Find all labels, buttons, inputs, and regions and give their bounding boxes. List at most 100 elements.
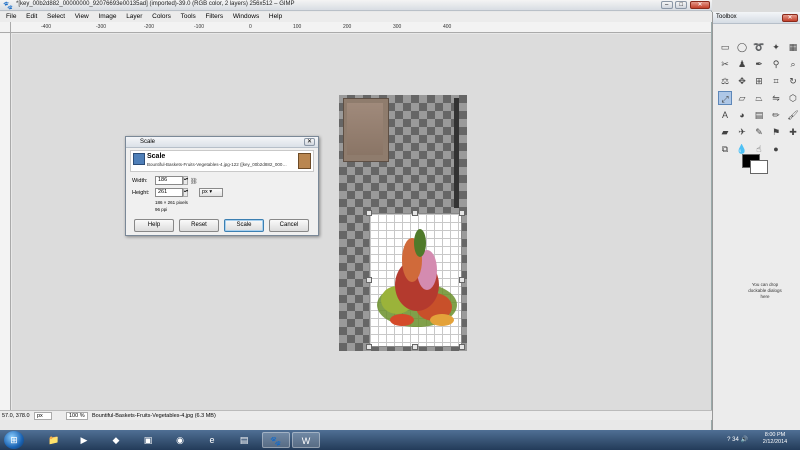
paths-icon[interactable]: ✒ <box>752 57 766 71</box>
menu-layer[interactable]: Layer <box>126 12 142 22</box>
remote-icon[interactable]: ▤ <box>230 432 258 448</box>
menu-image[interactable]: Image <box>98 12 116 22</box>
scale-handle-bottom-left[interactable] <box>366 344 372 350</box>
scale-handle-bottom[interactable] <box>412 344 418 350</box>
firefox-icon[interactable]: ◉ <box>166 432 194 448</box>
dialog-subtitle: Bountiful-Baskets-Fruits-Vegetables-4.jp… <box>147 162 287 167</box>
ink-icon[interactable]: ✎ <box>752 125 766 139</box>
scale-handle-right[interactable] <box>459 277 465 283</box>
toolbox-titlebar[interactable]: Toolbox ✕ <box>713 12 800 24</box>
minimize-button[interactable]: – <box>660 1 673 9</box>
menu-edit[interactable]: Edit <box>26 12 37 22</box>
volume-icon[interactable]: 🔊 <box>741 437 748 443</box>
shear-icon[interactable]: ▱ <box>735 91 749 105</box>
rect-select-icon[interactable]: ▭ <box>718 40 732 54</box>
crop-icon[interactable]: ⌗ <box>769 74 783 88</box>
color-select-icon[interactable]: ▦ <box>786 40 800 54</box>
cancel-button[interactable]: Cancel <box>269 219 309 232</box>
vertical-ruler[interactable] <box>0 33 11 410</box>
tray-count[interactable]: 34 <box>732 437 739 443</box>
height-spinner[interactable]: ▴▾ <box>183 188 188 197</box>
paintbrush-icon[interactable]: 🖌 <box>786 108 800 122</box>
media-player-icon[interactable]: ▶ <box>70 432 98 448</box>
blend-icon[interactable]: ▤ <box>752 108 766 122</box>
scale-tool-icon[interactable]: ⤢ <box>718 91 732 105</box>
word-taskbar-icon[interactable]: W <box>292 432 320 448</box>
help-icon[interactable]: ? <box>727 437 730 443</box>
menu-tools[interactable]: Tools <box>181 12 196 22</box>
app-icon-green[interactable]: ▣ <box>134 432 162 448</box>
sims-icon[interactable]: ◆ <box>102 432 130 448</box>
eraser-icon[interactable]: ▰ <box>718 125 732 139</box>
foreground-select-icon[interactable]: ♟ <box>735 57 749 71</box>
width-spinner[interactable]: ▴▾ <box>183 176 188 185</box>
window-titlebar[interactable]: 🐾 *[key_00b2d882_00000000_92076693e00135… <box>0 0 712 11</box>
menu-windows[interactable]: Windows <box>233 12 259 22</box>
size-info: 186 × 261 pixels <box>155 200 188 205</box>
menu-colors[interactable]: Colors <box>152 12 171 22</box>
screen: 🐾 *[key_00b2d882_00000000_92076693e00135… <box>0 0 800 450</box>
bucket-fill-icon[interactable]: ◕ <box>735 108 749 122</box>
maximize-button[interactable]: □ <box>675 1 688 9</box>
dialog-heading: Scale <box>147 153 166 160</box>
menu-view[interactable]: View <box>75 12 89 22</box>
reset-button[interactable]: Reset <box>179 219 219 232</box>
move-icon[interactable]: ✥ <box>735 74 749 88</box>
ruler-label: -200 <box>144 24 155 30</box>
horizontal-ruler[interactable]: -400 -300 -200 -100 0 100 200 300 400 <box>11 22 711 33</box>
gimp-taskbar-icon[interactable]: 🐾 <box>262 432 290 448</box>
ruler-label: 0 <box>249 24 252 30</box>
ie-icon[interactable]: e <box>198 432 226 448</box>
toolbox-close-button[interactable]: ✕ <box>782 14 798 22</box>
chain-link-icon[interactable]: ⛓ <box>190 178 198 196</box>
clone-icon[interactable]: ⚑ <box>769 125 783 139</box>
perspective-clone-icon[interactable]: ⧉ <box>718 142 732 156</box>
dialog-titlebar[interactable]: Scale ✕ <box>126 137 318 148</box>
color-picker-icon[interactable]: ⚲ <box>769 57 783 71</box>
menu-file[interactable]: File <box>6 12 16 22</box>
clock[interactable]: 8:00 PM 2/12/2014 <box>754 432 796 446</box>
menu-select[interactable]: Select <box>47 12 65 22</box>
cage-icon[interactable]: ⬡ <box>786 91 800 105</box>
fuzzy-select-icon[interactable]: ✦ <box>769 40 783 54</box>
ellipse-select-icon[interactable]: ◯ <box>735 40 749 54</box>
width-input[interactable]: 186 <box>155 176 183 185</box>
explorer-icon[interactable]: 📁 <box>40 432 68 448</box>
measure-icon[interactable]: ⚖ <box>718 74 732 88</box>
dialog-close-button[interactable]: ✕ <box>304 138 315 146</box>
scale-handle-top[interactable] <box>412 210 418 216</box>
menubar: File Edit Select View Image Layer Colors… <box>0 12 712 22</box>
scale-handle-bottom-right[interactable] <box>459 344 465 350</box>
flip-icon[interactable]: ⇋ <box>769 91 783 105</box>
close-button[interactable]: ✕ <box>690 1 710 9</box>
heal-icon[interactable]: ✚ <box>786 125 800 139</box>
width-label: Width: <box>132 178 148 184</box>
height-input[interactable]: 261 <box>155 188 183 197</box>
rotate-icon[interactable]: ↻ <box>786 74 800 88</box>
help-button[interactable]: Help <box>134 219 174 232</box>
pencil-icon[interactable]: ✏ <box>769 108 783 122</box>
scale-handle-left[interactable] <box>366 277 372 283</box>
scissors-icon[interactable]: ✂ <box>718 57 732 71</box>
start-button[interactable]: ⊞ <box>4 431 24 449</box>
text-icon[interactable]: A <box>718 108 732 122</box>
unit-select[interactable]: px <box>34 412 52 420</box>
menu-help[interactable]: Help <box>269 12 282 22</box>
perspective-icon[interactable]: ⏢ <box>752 91 766 105</box>
scale-handle-top-left[interactable] <box>366 210 372 216</box>
zoom-select[interactable]: 100 % <box>66 412 88 420</box>
align-icon[interactable]: ⊞ <box>752 74 766 88</box>
menu-filters[interactable]: Filters <box>205 12 223 22</box>
dodge-burn-icon[interactable]: ● <box>769 142 783 156</box>
unit-dropdown[interactable]: px ▾ <box>199 188 223 197</box>
scale-button[interactable]: Scale <box>224 219 264 232</box>
free-select-icon[interactable]: ➰ <box>752 40 766 54</box>
ruler-corner[interactable] <box>0 22 11 33</box>
window-title: *[key_00b2d882_00000000_92076693e00135ad… <box>16 1 295 7</box>
window-controls: – □ ✕ <box>660 1 710 9</box>
scale-handle-top-right[interactable] <box>459 210 465 216</box>
zoom-icon[interactable]: ⌕ <box>786 57 800 71</box>
background-color-swatch[interactable] <box>750 160 768 174</box>
airbrush-icon[interactable]: ✈ <box>735 125 749 139</box>
ruler-label: 400 <box>443 24 452 30</box>
